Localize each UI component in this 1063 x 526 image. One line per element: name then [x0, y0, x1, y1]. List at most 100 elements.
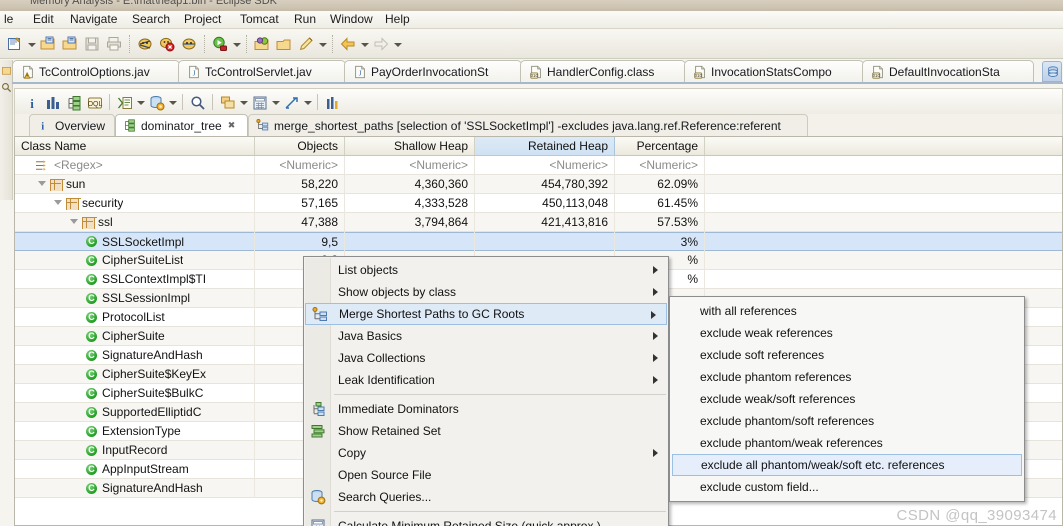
save-as-icon[interactable] — [37, 33, 59, 55]
context-menu-item[interactable]: Java Basics — [304, 325, 668, 347]
search-marker-icon[interactable] — [295, 33, 317, 55]
ant-build-icon[interactable] — [134, 33, 156, 55]
back-icon[interactable] — [337, 33, 359, 55]
context-menu-item[interactable]: Java Collections — [304, 347, 668, 369]
search-stub-icon[interactable] — [1, 82, 12, 93]
class-name-cell[interactable]: SupportedElliptidC — [15, 402, 255, 422]
table-row[interactable]: security 57,165 4,333,528 450,113,048 61.45% — [15, 193, 1062, 213]
submenu-item[interactable]: exclude phantom references — [670, 366, 1024, 388]
context-menu-item[interactable]: Search Queries... — [304, 486, 668, 508]
run-icon[interactable] — [209, 33, 231, 55]
editor-tab[interactable]: 010 HandlerConfig.class — [520, 60, 686, 83]
expand-twisty-icon[interactable] — [69, 217, 79, 227]
context-menu-item[interactable]: Open Source File — [304, 464, 668, 486]
export-dropdown-arrow[interactable] — [302, 92, 313, 112]
filter-cell[interactable]: <Regex> — [15, 155, 255, 175]
filter-cell[interactable]: <Numeric> — [255, 155, 345, 175]
merge-shortest-paths-submenu[interactable]: with all references exclude weak referenc… — [669, 296, 1025, 502]
context-menu[interactable]: List objects Show objects by class Merge S… — [303, 256, 669, 526]
forward-dropdown-arrow[interactable] — [392, 33, 403, 55]
submenu-item[interactable]: exclude phantom/soft references — [670, 410, 1024, 432]
expand-twisty-icon[interactable] — [53, 198, 63, 208]
class-name-cell[interactable]: ssl — [15, 212, 255, 232]
column-header[interactable]: Percentage — [615, 137, 705, 155]
menu-run[interactable]: Run — [287, 11, 323, 28]
class-name-cell[interactable]: sun — [15, 174, 255, 194]
menu-window[interactable]: Window — [323, 11, 380, 28]
class-name-cell[interactable]: InputRecord — [15, 440, 255, 460]
class-name-cell[interactable]: CipherSuiteList — [15, 250, 255, 270]
editor-tab[interactable]: TcControlOptions.jav — [12, 60, 180, 83]
ant-stop-icon[interactable] — [156, 33, 178, 55]
open-folder-icon[interactable] — [59, 33, 81, 55]
class-name-cell[interactable]: SignatureAndHash — [15, 478, 255, 498]
context-menu-item[interactable]: Merge Shortest Paths to GC Roots — [305, 303, 667, 325]
menu-tomcat[interactable]: Tomcat — [233, 11, 286, 28]
class-name-cell[interactable]: SignatureAndHash — [15, 345, 255, 365]
filter-cell[interactable]: <Numeric> — [475, 155, 615, 175]
menu-help[interactable]: Help — [378, 11, 417, 28]
submenu-item[interactable]: exclude weak references — [670, 322, 1024, 344]
editor-tab[interactable]: J PayOrderInvocationSt — [344, 60, 522, 83]
ant-debug-icon[interactable] — [178, 33, 200, 55]
submenu-item[interactable]: exclude all phantom/weak/soft etc. refer… — [672, 454, 1022, 476]
class-name-cell[interactable]: CipherSuite$BulkC — [15, 383, 255, 403]
submenu-item[interactable]: exclude soft references — [670, 344, 1024, 366]
editor-tab[interactable]: 010 InvocationStatsCompo — [684, 60, 864, 83]
view-tab-overview[interactable]: i Overview — [29, 114, 115, 136]
table-row[interactable]: sun 58,220 4,360,360 454,780,392 62.09% — [15, 174, 1062, 194]
back-dropdown-arrow[interactable] — [359, 33, 370, 55]
new-wizard-icon[interactable] — [4, 33, 26, 55]
debug-perspective-icon[interactable] — [251, 33, 273, 55]
histogram-icon[interactable] — [42, 92, 63, 112]
close-icon[interactable]: ✖ — [228, 120, 236, 131]
submenu-item[interactable]: exclude custom field... — [670, 476, 1024, 498]
table-row[interactable]: ssl 47,388 3,794,864 421,413,816 57.53% — [15, 212, 1062, 232]
context-menu-item[interactable]: Leak Identification — [304, 369, 668, 391]
menu-project[interactable]: Project — [177, 11, 228, 28]
group-by-icon[interactable] — [217, 92, 238, 112]
find-icon[interactable] — [187, 92, 208, 112]
run-dropdown-arrow[interactable] — [231, 33, 242, 55]
info-icon[interactable]: i — [21, 92, 42, 112]
open-type-icon[interactable] — [273, 33, 295, 55]
table-filter-row[interactable]: <Regex> <Numeric> <Numeric> <Numeric> <Numer… — [15, 155, 1062, 175]
editor-tab[interactable]: 010 DefaultInvocationSta — [862, 60, 1034, 83]
filter-cell[interactable]: <Numeric> — [615, 155, 705, 175]
group-dropdown-arrow[interactable] — [238, 92, 249, 112]
column-header[interactable]: Class Name — [15, 137, 255, 155]
context-menu-item[interactable]: Copy — [304, 442, 668, 464]
submenu-item[interactable]: exclude phantom/weak references — [670, 432, 1024, 454]
view-tab-merge-shortest-paths[interactable]: merge_shortest_paths [selection of 'SSLS… — [248, 114, 808, 136]
filter-cell[interactable]: <Numeric> — [345, 155, 475, 175]
column-header[interactable]: Objects — [255, 137, 345, 155]
menu-search[interactable]: Search — [125, 11, 177, 28]
context-menu-item[interactable]: Immediate Dominators — [304, 398, 668, 420]
compare-icon[interactable] — [322, 92, 343, 112]
menu-le[interactable]: le — [2, 11, 20, 28]
calculator-icon[interactable] — [249, 92, 270, 112]
oql-icon[interactable]: OQL — [84, 92, 105, 112]
class-name-cell[interactable]: AppInputStream — [15, 459, 255, 479]
class-name-cell[interactable]: SSLSocketImpl — [15, 232, 255, 251]
context-menu-item[interactable]: Calculate Minimum Retained Size (quick a… — [304, 515, 668, 526]
heap-stub-icon[interactable] — [1, 66, 12, 77]
new-dropdown-arrow[interactable] — [26, 33, 37, 55]
column-header[interactable]: Shallow Heap — [345, 137, 475, 155]
editor-tab[interactable]: J TcControlServlet.jav — [178, 60, 346, 83]
heap-dump-tab-icon[interactable] — [1042, 61, 1062, 82]
column-header[interactable]: Retained Heap — [475, 137, 615, 155]
marker-dropdown-arrow[interactable] — [317, 33, 328, 55]
class-name-cell[interactable]: security — [15, 193, 255, 213]
menu-edit[interactable]: Edit — [26, 11, 61, 28]
class-name-cell[interactable]: CipherSuite$KeyEx — [15, 364, 255, 384]
class-name-cell[interactable]: ExtensionType — [15, 421, 255, 441]
view-tab-dominator-tree[interactable]: dominator_tree ✖ — [115, 114, 248, 136]
menu-navigate[interactable]: Navigate — [63, 11, 124, 28]
context-menu-item[interactable]: List objects — [304, 259, 668, 281]
calculator-dropdown-arrow[interactable] — [270, 92, 281, 112]
class-name-cell[interactable]: ProtocolList — [15, 307, 255, 327]
dominator-tree-icon[interactable] — [63, 92, 84, 112]
heap-dropdown-arrow[interactable] — [167, 92, 178, 112]
submenu-item[interactable]: exclude weak/soft references — [670, 388, 1024, 410]
